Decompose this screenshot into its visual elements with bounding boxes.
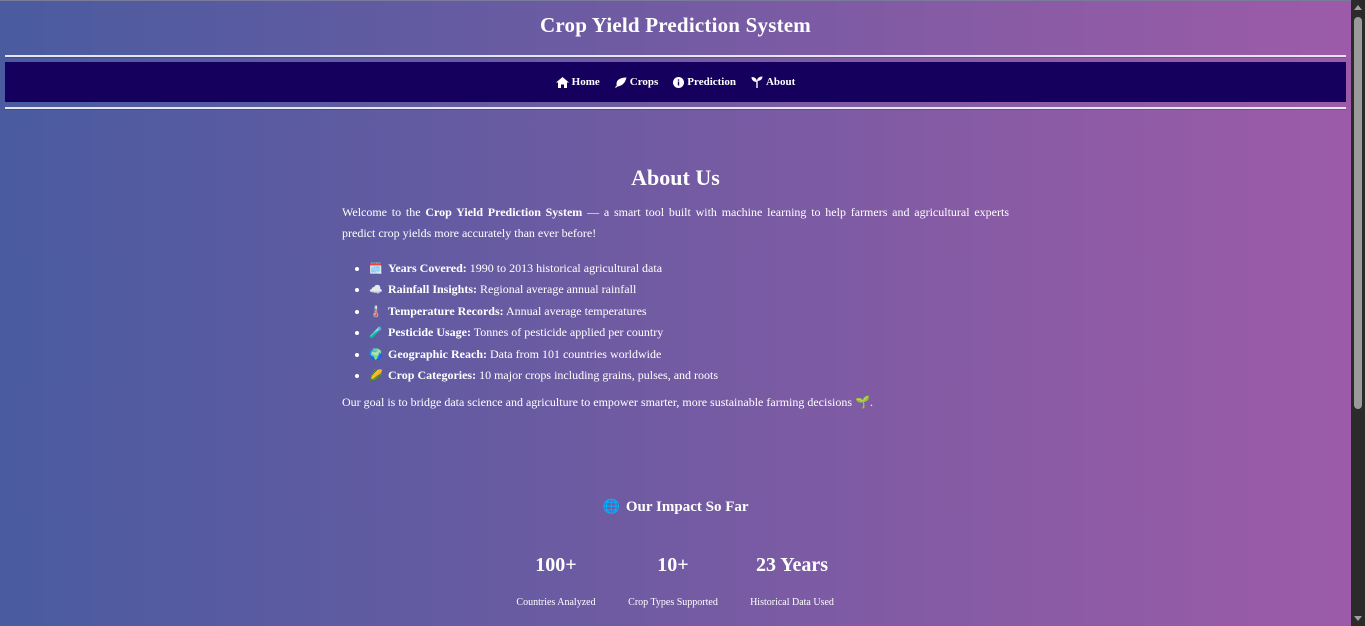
nav-crops-label: Crops	[629, 76, 659, 88]
feature-text: Annual average temperatures	[503, 303, 647, 318]
stat-value: 23 Years	[755, 554, 829, 576]
intro-prefix: Welcome to the	[342, 205, 426, 219]
seedling-emoji-icon: 🌱	[855, 395, 870, 409]
stat-value: 100+	[535, 554, 577, 576]
stat-years: 23 Years Historical Data Used	[732, 553, 852, 610]
stat-label: Historical Data Used	[750, 597, 834, 608]
feature-key: Years Covered:	[388, 261, 467, 275]
calendar-icon: 🗓️	[369, 263, 383, 275]
scroll-thumb[interactable]	[1354, 17, 1362, 409]
feature-key: Temperature Records:	[388, 303, 504, 318]
stat-label: Crop Types Supported	[628, 597, 718, 608]
feature-text: Data from 101 countries worldwide	[486, 346, 662, 361]
feature-key: Rainfall Insights:	[388, 282, 478, 297]
feature-key: Geographic Reach:	[388, 346, 487, 361]
nav-crops[interactable]: Crops	[614, 76, 659, 88]
site-title: Crop Yield Prediction System	[539, 13, 811, 37]
features-list: 🗓️ Years Covered: 1990 to 2013 historical…	[342, 258, 1036, 386]
info-icon	[673, 76, 685, 88]
leaf-icon	[614, 77, 627, 88]
divider-top	[5, 55, 1346, 57]
list-item: ☁️ Rainfall Insights: Regional average an…	[369, 279, 1036, 300]
feature-text: 10 major crops including grains, pulses,…	[476, 368, 719, 383]
stat-crop-types: 10+ Crop Types Supported	[613, 553, 733, 610]
globe-icon: 🌍	[369, 348, 383, 361]
nav-home[interactable]: Home	[555, 76, 600, 88]
list-item: 🌡️ Temperature Records: Annual average te…	[369, 301, 1036, 322]
about-title: About Us	[631, 165, 720, 190]
feature-key: Pesticide Usage:	[388, 325, 471, 340]
impact-title: 🌐 Our Impact So Far	[0, 499, 1351, 516]
test-tube-icon: 🧪	[369, 327, 383, 340]
stat-label: Countries Analyzed	[516, 597, 596, 608]
list-item: 🧪 Pesticide Usage: Tonnes of pesticide ap…	[369, 322, 1036, 343]
scroll-up-arrow-icon[interactable]	[1354, 5, 1362, 10]
globe-with-meridians-icon: 🌐	[602, 500, 620, 515]
stat-value: 10+	[657, 554, 689, 576]
vertical-scrollbar[interactable]	[1351, 0, 1365, 626]
about-goal: Our goal is to bridge data science and a…	[342, 393, 1009, 411]
top-border	[0, 0, 1351, 1]
feature-text: Regional average annual rainfall	[477, 282, 637, 297]
goal-end: .	[869, 395, 873, 409]
divider-bottom	[5, 107, 1346, 109]
navbar: Home Crops Prediction About	[5, 62, 1346, 102]
about-intro: Welcome to the Crop Yield Prediction Sys…	[342, 202, 1009, 244]
nav-about-label: About	[765, 76, 796, 88]
seedling-icon	[751, 76, 763, 88]
impact-title-text: Our Impact So Far	[625, 499, 749, 515]
feature-text: 1990 to 2013 historical agricultural dat…	[466, 261, 663, 275]
nav-prediction[interactable]: Prediction	[673, 76, 736, 88]
feature-key: Crop Categories:	[388, 368, 477, 383]
list-item: 🌽 Crop Categories: 10 major crops includi…	[369, 365, 1036, 386]
intro-brand: Crop Yield Prediction System	[425, 205, 583, 219]
goal-text: Our goal is to bridge data science and a…	[342, 395, 853, 409]
stat-countries: 100+ Countries Analyzed	[496, 553, 616, 610]
cloud-icon: ☁️	[369, 284, 383, 297]
scroll-down-arrow-icon[interactable]	[1354, 616, 1362, 621]
nav-home-label: Home	[571, 76, 600, 88]
nav-about[interactable]: About	[751, 76, 795, 88]
list-item: 🌍 Geographic Reach: Data from 101 countri…	[369, 344, 1036, 365]
list-item: 🗓️ Years Covered: 1990 to 2013 historical…	[369, 258, 1036, 279]
home-icon	[555, 76, 569, 88]
nav-prediction-label: Prediction	[687, 76, 736, 88]
corn-icon: 🌽	[369, 370, 383, 383]
thermometer-icon: 🌡️	[369, 305, 383, 318]
page: Crop Yield Prediction System Home Crops …	[0, 0, 1351, 626]
feature-text: Tonnes of pesticide applied per country	[470, 325, 664, 340]
